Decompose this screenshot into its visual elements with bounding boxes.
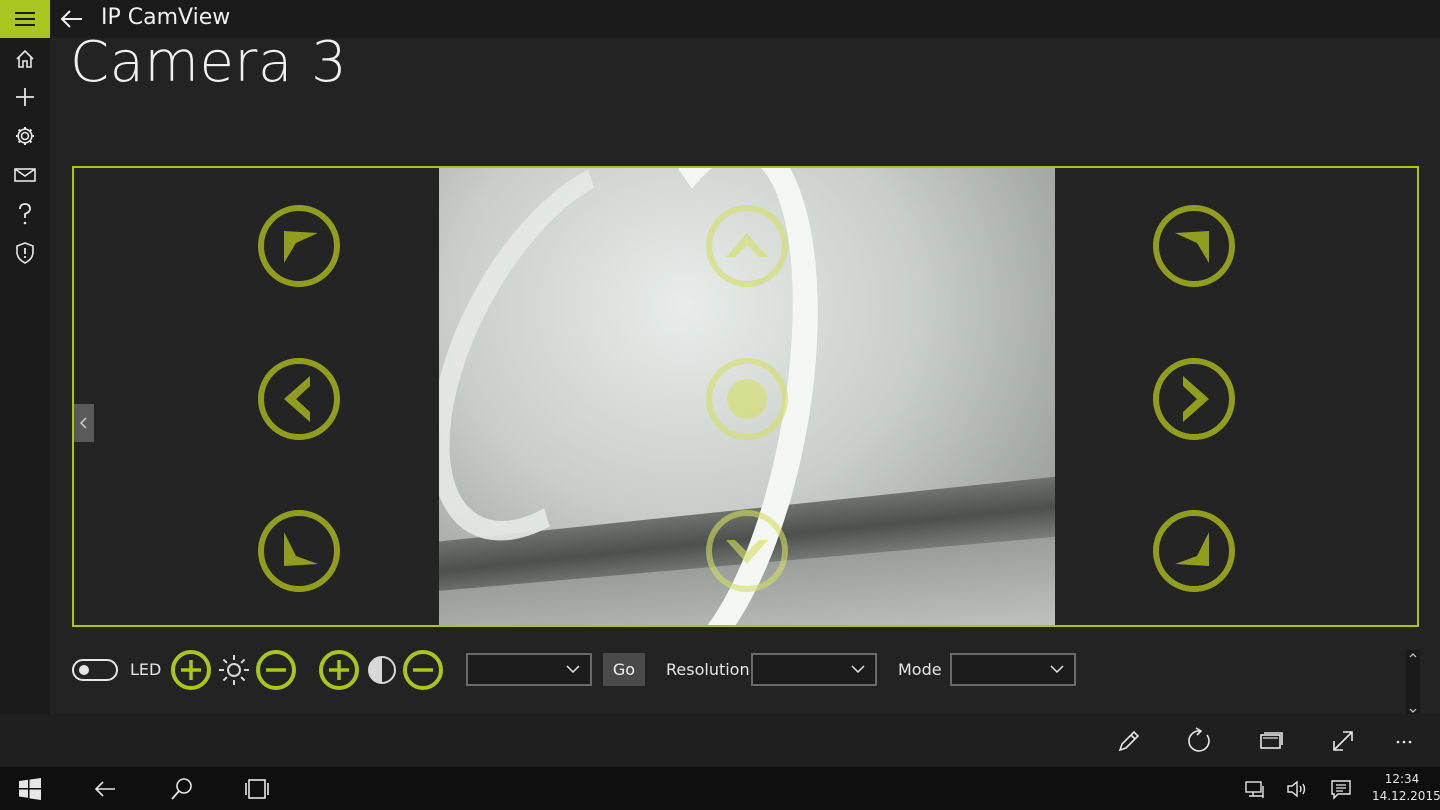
mode-dropdown[interactable]: [950, 653, 1076, 686]
edit-icon[interactable]: [1114, 726, 1144, 756]
pan-down-left-button[interactable]: [256, 508, 342, 594]
go-button[interactable]: Go: [603, 653, 645, 686]
snapshot-icon[interactable]: [1256, 726, 1286, 756]
preset-dropdown[interactable]: [466, 653, 592, 686]
back-icon[interactable]: [92, 776, 118, 802]
left-navigation: [0, 38, 50, 714]
question-icon: [19, 203, 31, 225]
pan-left-button[interactable]: [256, 356, 342, 442]
mode-label: Mode: [898, 660, 942, 679]
pan-up-right-button[interactable]: [1151, 203, 1237, 289]
nav-privacy[interactable]: [0, 234, 50, 272]
led-label: LED: [130, 660, 162, 679]
chevron-down-icon: [851, 665, 865, 674]
contrast-decrease-button[interactable]: [402, 649, 444, 691]
brightness-increase-button[interactable]: [170, 649, 212, 691]
volume-icon[interactable]: [1285, 776, 1311, 802]
nav-home[interactable]: [0, 40, 50, 78]
contrast-icon: [368, 656, 396, 684]
nav-settings[interactable]: [0, 117, 50, 155]
nav-mail[interactable]: [0, 156, 50, 194]
clock-time: 12:34: [1384, 772, 1420, 786]
resolution-dropdown[interactable]: [751, 653, 877, 686]
chevron-left-icon: [79, 417, 87, 429]
refresh-icon[interactable]: [1185, 726, 1215, 756]
mail-icon: [14, 168, 36, 182]
brightness-icon: [219, 655, 249, 685]
toolbar-scrollbar[interactable]: [1406, 650, 1420, 716]
chevron-down-icon: [566, 665, 580, 674]
command-bar: [0, 714, 1440, 767]
led-toggle[interactable]: [72, 659, 118, 681]
scroll-arrows-icon: [1409, 653, 1417, 713]
tilt-up-button[interactable]: [704, 203, 790, 289]
action-center-icon[interactable]: [1328, 776, 1354, 802]
tilt-down-button[interactable]: [704, 508, 790, 594]
clock-date: 14.12.2015: [1372, 789, 1440, 803]
home-icon: [16, 49, 34, 68]
contrast-increase-button[interactable]: [318, 649, 360, 691]
brightness-decrease-button[interactable]: [255, 649, 297, 691]
clock[interactable]: 12:34 14.12.2015: [1372, 771, 1440, 805]
hamburger-menu-button[interactable]: [0, 0, 50, 38]
windows-taskbar: 12:34 14.12.2015: [0, 767, 1440, 810]
panel-collapse-tab[interactable]: [74, 404, 94, 442]
gear-icon: [16, 127, 34, 145]
pan-down-right-button[interactable]: [1151, 508, 1237, 594]
shield-icon: [16, 242, 34, 264]
search-icon[interactable]: [169, 776, 195, 802]
app-title: IP CamView: [101, 5, 231, 30]
app-window: IP CamView Camera 3 LED Go Resolution Mo…: [0, 0, 1440, 767]
fullscreen-icon[interactable]: [1328, 726, 1358, 756]
plus-icon: [16, 88, 34, 106]
more-icon[interactable]: [1390, 726, 1420, 756]
network-icon[interactable]: [1243, 776, 1269, 802]
pan-up-left-button[interactable]: [256, 203, 342, 289]
task-view-icon[interactable]: [244, 776, 270, 802]
camera-viewport: [72, 166, 1419, 627]
nav-help[interactable]: [0, 195, 50, 233]
camera-toolbar: LED Go Resolution Mode: [70, 648, 1370, 692]
chevron-down-icon: [1050, 665, 1064, 674]
windows-start-icon[interactable]: [17, 776, 43, 802]
page-title: Camera 3: [70, 30, 348, 95]
back-arrow-icon: [60, 10, 82, 28]
pan-right-button[interactable]: [1151, 356, 1237, 442]
nav-add[interactable]: [0, 78, 50, 116]
back-button[interactable]: [58, 6, 86, 32]
resolution-label: Resolution: [666, 660, 750, 679]
center-home-button[interactable]: [704, 356, 790, 442]
